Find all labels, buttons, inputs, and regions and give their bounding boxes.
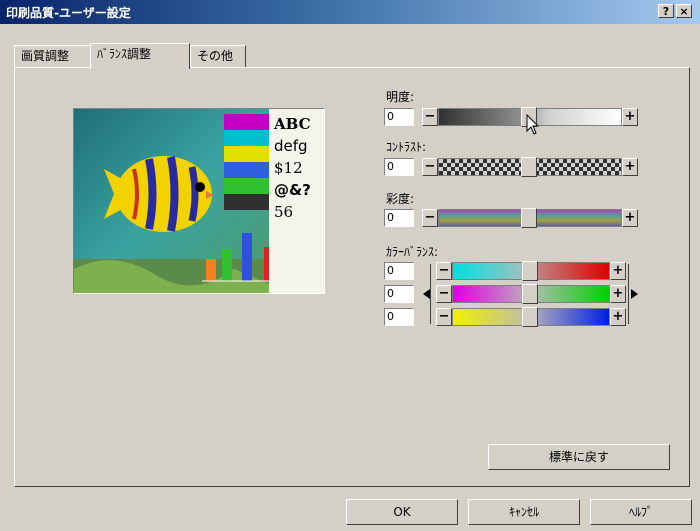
tab-image-adjust[interactable]: 画質調整 — [14, 45, 92, 67]
brightness-minus-button[interactable]: − — [422, 108, 438, 126]
cyan-red-minus-button[interactable]: − — [436, 262, 452, 280]
color-balance-yellow-blue-field[interactable]: 0 — [384, 308, 414, 326]
window-title: 印刷品質-ユーザー設定 — [6, 6, 131, 20]
close-button[interactable]: × — [676, 4, 692, 18]
saturation-label: 彩度: — [386, 192, 415, 206]
saturation-plus-button[interactable]: + — [622, 209, 638, 227]
preview-text-line: ABC — [274, 115, 311, 133]
help-title-button[interactable]: ? — [658, 4, 674, 18]
yellow-blue-minus-button[interactable]: − — [436, 308, 452, 326]
contrast-plus-button[interactable]: + — [622, 158, 638, 176]
brightness-value-field[interactable]: 0 — [384, 108, 414, 126]
magenta-green-minus-button[interactable]: − — [436, 285, 452, 303]
contrast-label: ｺﾝﾄﾗｽﾄ: — [386, 140, 427, 154]
saturation-value-field[interactable]: 0 — [384, 209, 414, 227]
title-bar: 印刷品質-ユーザー設定 ? × — [0, 0, 700, 24]
yellow-blue-plus-button[interactable]: + — [610, 308, 626, 326]
cyan-red-plus-button[interactable]: + — [610, 262, 626, 280]
color-balance-cyan-red-field[interactable]: 0 — [384, 262, 414, 280]
preview-text-line: $12 — [274, 159, 303, 177]
right-arrow-icon — [631, 289, 638, 299]
help-button[interactable]: ﾍﾙﾌﾟ — [590, 499, 692, 525]
magenta-green-slider-thumb[interactable] — [522, 284, 538, 304]
mouse-cursor-icon — [526, 114, 540, 135]
cancel-button[interactable]: ｷｬﾝｾﾙ — [468, 499, 580, 525]
brightness-label: 明度: — [386, 90, 415, 104]
saturation-slider-thumb[interactable] — [521, 208, 537, 228]
left-bracket-line — [430, 264, 431, 324]
tab-balance-adjust[interactable]: ﾊﾞﾗﾝｽ調整 — [90, 43, 190, 69]
preview-text-line: 56 — [274, 203, 294, 221]
preview-text-line: @&? — [274, 181, 311, 199]
preview-image: ABC defg $12 @&? 56 — [73, 108, 325, 294]
magenta-green-plus-button[interactable]: + — [610, 285, 626, 303]
print-quality-dialog: 印刷品質-ユーザー設定 ? × 画質調整 ﾊﾞﾗﾝｽ調整 その他 ABC def… — [0, 0, 700, 531]
right-bracket-line — [628, 264, 629, 324]
restore-defaults-button[interactable]: 標準に戻す — [488, 444, 670, 470]
preview-text-line: defg — [274, 137, 308, 155]
cyan-red-slider-thumb[interactable] — [522, 261, 538, 281]
brightness-plus-button[interactable]: + — [622, 108, 638, 126]
saturation-minus-button[interactable]: − — [422, 209, 438, 227]
contrast-value-field[interactable]: 0 — [384, 158, 414, 176]
ok-button[interactable]: OK — [346, 499, 458, 525]
left-arrow-icon — [423, 289, 430, 299]
yellow-blue-slider-thumb[interactable] — [522, 307, 538, 327]
contrast-minus-button[interactable]: − — [422, 158, 438, 176]
color-balance-label: ｶﾗｰﾊﾞﾗﾝｽ: — [386, 245, 439, 259]
contrast-slider-thumb[interactable] — [521, 157, 537, 177]
tab-other[interactable]: その他 — [190, 45, 246, 67]
preview-text-block: ABC defg $12 @&? 56 — [274, 113, 322, 223]
color-balance-magenta-green-field[interactable]: 0 — [384, 285, 414, 303]
